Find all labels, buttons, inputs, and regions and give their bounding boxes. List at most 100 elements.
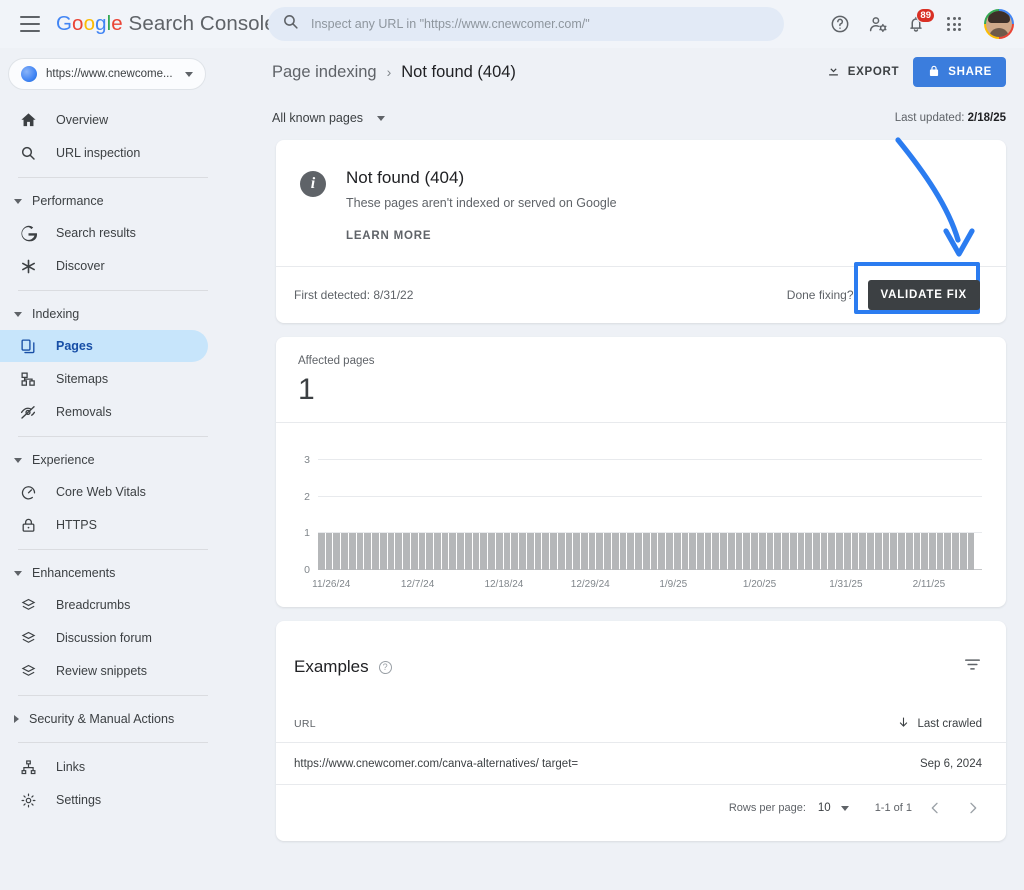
bar[interactable]: [426, 533, 434, 570]
bar[interactable]: [395, 533, 403, 570]
bar[interactable]: [449, 533, 457, 570]
table-row[interactable]: https://www.cnewcomer.com/canva-alternat…: [276, 743, 1006, 785]
sidebar-item-core-web-vitals[interactable]: Core Web Vitals: [0, 476, 208, 508]
bar[interactable]: [635, 533, 642, 570]
bar[interactable]: [758, 533, 766, 570]
bar[interactable]: [666, 533, 673, 570]
bar[interactable]: [318, 533, 325, 570]
bar[interactable]: [372, 533, 379, 570]
bar[interactable]: [550, 533, 557, 570]
prev-page-button[interactable]: [920, 793, 950, 823]
bar[interactable]: [836, 533, 843, 570]
bar[interactable]: [890, 533, 898, 570]
bar[interactable]: [874, 533, 882, 570]
bar[interactable]: [356, 533, 364, 570]
bar[interactable]: [944, 533, 952, 570]
bar[interactable]: [735, 533, 743, 570]
bar[interactable]: [789, 533, 797, 570]
bar[interactable]: [472, 533, 480, 570]
bar[interactable]: [720, 533, 727, 570]
bar[interactable]: [898, 533, 905, 570]
sidebar-item-sitemaps[interactable]: Sitemaps: [0, 363, 208, 395]
bar[interactable]: [689, 533, 696, 570]
bar[interactable]: [774, 533, 782, 570]
bar[interactable]: [712, 533, 720, 570]
bar[interactable]: [921, 533, 929, 570]
bar[interactable]: [913, 533, 921, 570]
bar[interactable]: [642, 533, 650, 570]
sidebar-group-experience[interactable]: Experience: [0, 445, 224, 475]
bar[interactable]: [364, 533, 372, 570]
hamburger-icon[interactable]: [20, 16, 40, 32]
bar[interactable]: [534, 533, 542, 570]
bar[interactable]: [348, 533, 356, 570]
learn-more-link[interactable]: LEARN MORE: [346, 230, 617, 242]
bar[interactable]: [952, 533, 959, 570]
bar[interactable]: [580, 533, 588, 570]
bar[interactable]: [542, 533, 550, 570]
sidebar-item-url-inspection[interactable]: URL inspection: [0, 137, 208, 169]
bar[interactable]: [519, 533, 526, 570]
bar[interactable]: [813, 533, 820, 570]
sidebar-item-breadcrumbs[interactable]: Breadcrumbs: [0, 589, 208, 621]
property-selector[interactable]: https://www.cnewcome...: [8, 58, 206, 90]
bar[interactable]: [851, 533, 859, 570]
bar[interactable]: [341, 533, 348, 570]
bar[interactable]: [967, 533, 975, 570]
export-button[interactable]: EXPORT: [826, 63, 900, 81]
bar[interactable]: [611, 533, 619, 570]
bar[interactable]: [495, 533, 503, 570]
sidebar-item-pages[interactable]: Pages: [0, 330, 208, 362]
sidebar-item-discover[interactable]: Discover: [0, 250, 208, 282]
filter-icon[interactable]: [963, 655, 982, 679]
sidebar-item-review-snippets[interactable]: Review snippets: [0, 655, 208, 687]
bar[interactable]: [410, 533, 418, 570]
sidebar-item-links[interactable]: Links: [0, 751, 208, 783]
bar[interactable]: [588, 533, 596, 570]
share-button[interactable]: SHARE: [913, 57, 1006, 87]
apps-grid-icon[interactable]: [942, 12, 966, 36]
bar[interactable]: [480, 533, 488, 570]
bar[interactable]: [727, 533, 735, 570]
bar[interactable]: [936, 533, 944, 570]
url-inspection-searchbox[interactable]: [268, 7, 784, 41]
bar[interactable]: [658, 533, 666, 570]
bar[interactable]: [619, 533, 627, 570]
avatar[interactable]: [984, 9, 1014, 39]
bar[interactable]: [526, 533, 534, 570]
known-pages-dropdown[interactable]: All known pages: [272, 111, 386, 125]
bar[interactable]: [905, 533, 913, 570]
column-last-crawled[interactable]: Last crawled: [897, 716, 982, 732]
bar[interactable]: [418, 533, 426, 570]
bar[interactable]: [573, 533, 580, 570]
next-page-button[interactable]: [958, 793, 988, 823]
bar[interactable]: [325, 533, 333, 570]
bar[interactable]: [867, 533, 874, 570]
sidebar-item-https[interactable]: HTTPS: [0, 509, 208, 541]
sidebar-item-search-results[interactable]: Search results: [0, 217, 208, 249]
bar[interactable]: [766, 533, 774, 570]
bar[interactable]: [959, 533, 967, 570]
bar[interactable]: [704, 533, 712, 570]
bar[interactable]: [696, 533, 704, 570]
sidebar-item-settings[interactable]: Settings: [0, 784, 208, 816]
validate-fix-button[interactable]: VALIDATE FIX: [867, 280, 980, 310]
bar[interactable]: [604, 533, 611, 570]
bar[interactable]: [859, 533, 867, 570]
bar[interactable]: [565, 533, 573, 570]
bar[interactable]: [464, 533, 472, 570]
bar[interactable]: [751, 533, 758, 570]
bar[interactable]: [805, 533, 812, 570]
bar[interactable]: [820, 533, 828, 570]
bar[interactable]: [627, 533, 635, 570]
bar[interactable]: [681, 533, 689, 570]
sidebar-item-discussion-forum[interactable]: Discussion forum: [0, 622, 208, 654]
sidebar-group-indexing[interactable]: Indexing: [0, 299, 224, 329]
sidebar-group-enhancements[interactable]: Enhancements: [0, 558, 224, 588]
bar[interactable]: [488, 533, 495, 570]
bar[interactable]: [511, 533, 519, 570]
rows-per-page-select[interactable]: 10: [818, 802, 849, 814]
breadcrumb-parent[interactable]: Page indexing: [272, 63, 377, 82]
sidebar-group-performance[interactable]: Performance: [0, 186, 224, 216]
bar[interactable]: [929, 533, 936, 570]
